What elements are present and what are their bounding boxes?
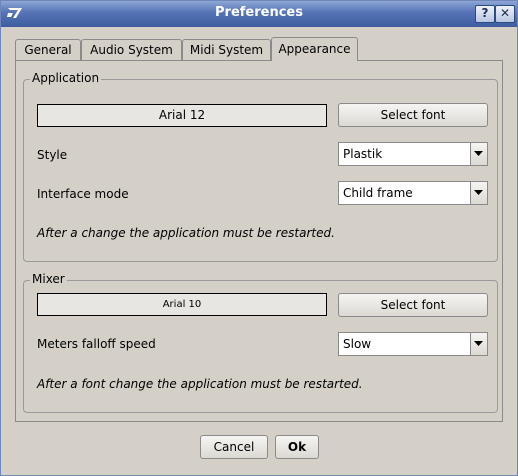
application-select-font-button[interactable]: Select font bbox=[338, 103, 488, 127]
chevron-down-icon[interactable] bbox=[470, 182, 487, 204]
meters-falloff-select[interactable]: Slow bbox=[338, 332, 488, 356]
application-restart-note: After a change the application must be r… bbox=[37, 226, 335, 240]
mixer-select-font-button[interactable]: Select font bbox=[338, 293, 488, 317]
application-group: Application Arial 12 Select font Style P… bbox=[23, 71, 498, 262]
interface-mode-select[interactable]: Child frame bbox=[338, 181, 488, 205]
meters-falloff-value: Slow bbox=[343, 337, 372, 351]
window-title: Preferences bbox=[215, 5, 303, 20]
tab-general[interactable]: General bbox=[15, 39, 81, 60]
cancel-button[interactable]: Cancel bbox=[200, 435, 268, 459]
interface-mode-value: Child frame bbox=[343, 186, 413, 200]
close-icon[interactable]: ✕ bbox=[495, 5, 515, 23]
preferences-window: Preferences ? ✕ General Audio System Mid… bbox=[0, 0, 518, 476]
interface-mode-label: Interface mode bbox=[37, 187, 129, 201]
chevron-down-icon[interactable] bbox=[470, 333, 487, 355]
mixer-group: Mixer Arial 10 Select font Meters fallof… bbox=[23, 272, 498, 413]
meters-falloff-label: Meters falloff speed bbox=[37, 337, 156, 351]
application-font-display: Arial 12 bbox=[37, 104, 327, 127]
tab-appearance[interactable]: Appearance bbox=[271, 37, 358, 61]
chevron-down-icon[interactable] bbox=[470, 143, 487, 165]
style-select[interactable]: Plastik bbox=[338, 142, 488, 166]
application-group-title: Application bbox=[30, 71, 102, 85]
help-icon[interactable]: ? bbox=[475, 5, 495, 23]
mixer-font-display: Arial 10 bbox=[37, 293, 327, 316]
titlebar[interactable]: Preferences ? ✕ bbox=[1, 1, 517, 27]
tab-midi-system[interactable]: Midi System bbox=[182, 39, 271, 60]
tab-audio-system[interactable]: Audio System bbox=[81, 39, 182, 60]
mixer-restart-note: After a font change the application must… bbox=[37, 377, 363, 391]
appearance-panel: Application Arial 12 Select font Style P… bbox=[15, 60, 503, 422]
ok-button[interactable]: Ok bbox=[275, 435, 319, 459]
style-select-value: Plastik bbox=[343, 147, 383, 161]
style-label: Style bbox=[37, 148, 68, 162]
mixer-group-title: Mixer bbox=[30, 272, 67, 286]
